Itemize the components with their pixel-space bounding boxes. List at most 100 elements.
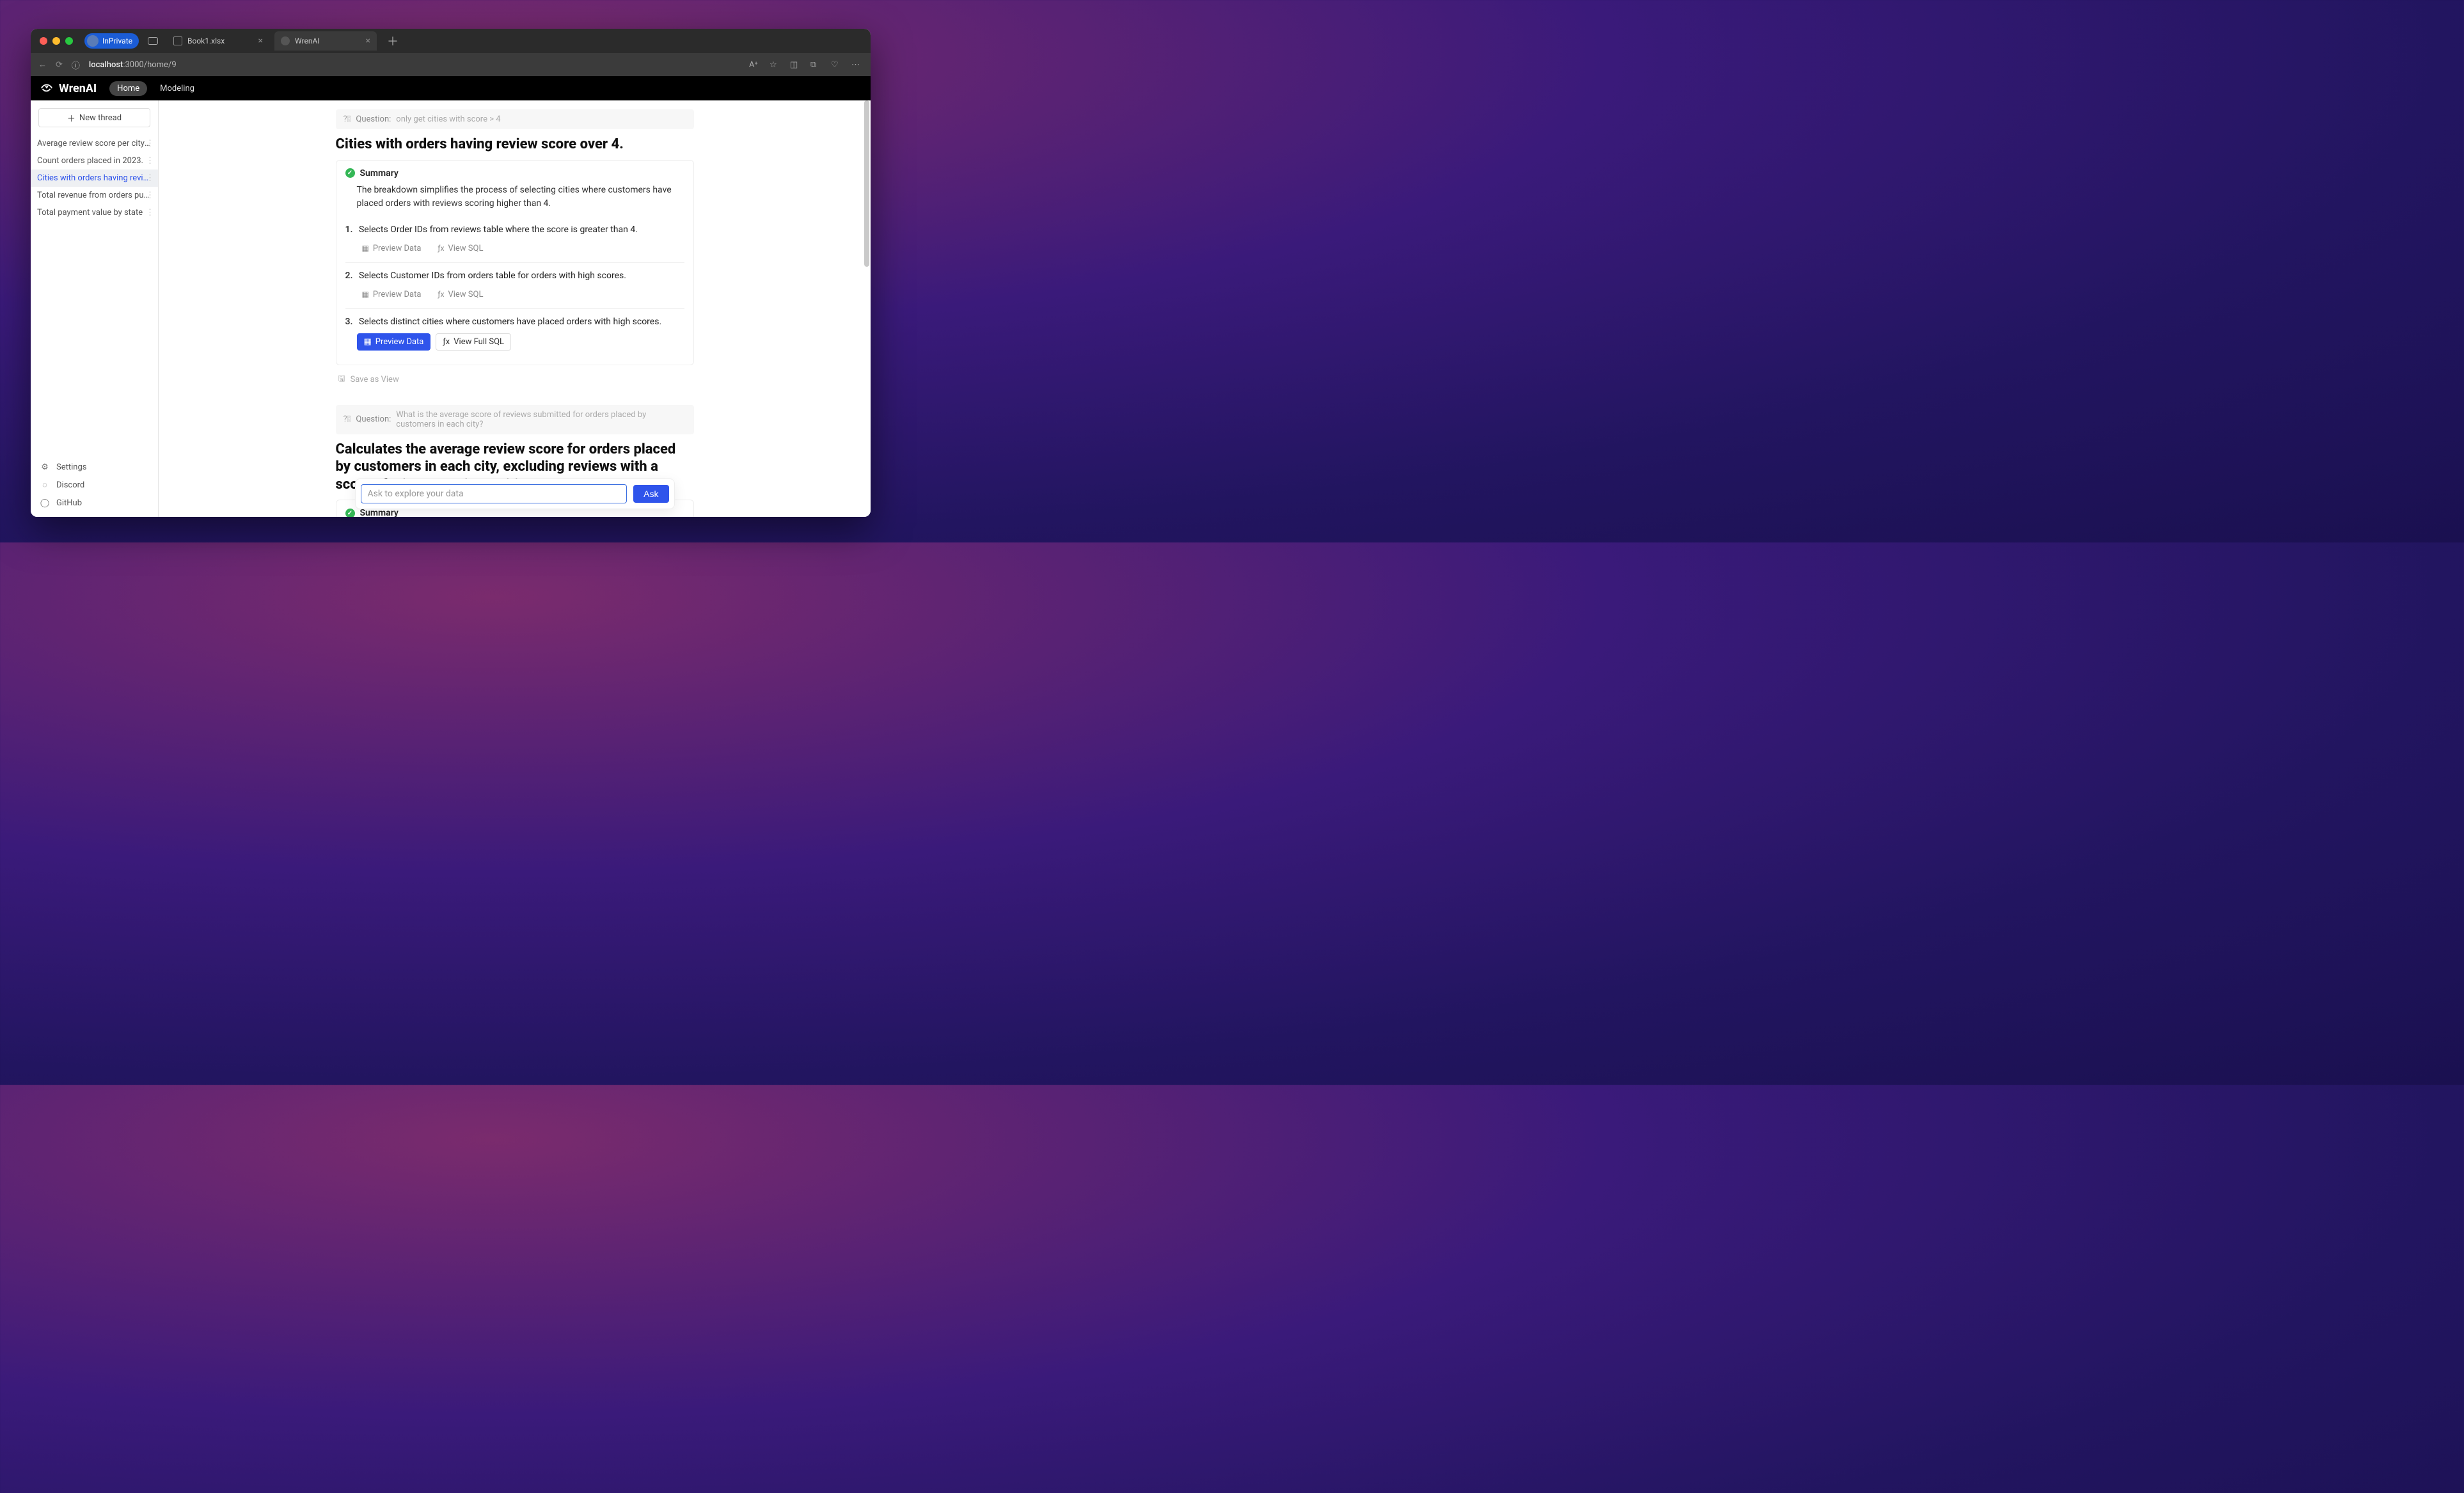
collections-icon[interactable]: ⧉ [810,60,822,70]
ask-button[interactable]: Ask [633,485,668,503]
thread-item[interactable]: Total payment value by state⋮ [31,204,158,221]
ask-placeholder: Ask to explore your data [368,489,464,499]
ask-input[interactable]: Ask to explore your data [361,484,628,503]
view-sql-button[interactable]: ƒxView SQL [432,287,488,302]
back-button[interactable]: ← [38,59,47,70]
step-number: 2. [345,271,357,281]
browser-essentials-icon[interactable]: ♡ [831,60,842,70]
inprivate-label: InPrivate [102,36,132,45]
address-bar: ← ⟳ ⓘ localhost:3000/home/9 A⁺ ☆ ◫ ⧉ ♡ ⋯ [31,53,871,76]
content-area: ＋ New thread Average review score per ci… [31,100,871,517]
close-tab-icon[interactable]: × [366,36,370,46]
thread-item[interactable]: Total revenue from orders purchas...⋮ [31,187,158,204]
check-icon: ✓ [345,509,355,517]
preview-data-button[interactable]: ▦Preview Data [357,333,431,351]
browser-tab-wrenai[interactable]: WrenAI × [274,31,377,51]
table-icon: ▦ [362,290,369,299]
summary-heading: ✓ Summary [345,168,684,178]
nav-modeling[interactable]: Modeling [160,84,194,93]
question-text: What is the average score of reviews sub… [396,410,686,429]
refresh-button[interactable]: ⟳ [56,60,63,70]
new-thread-label: New thread [79,113,122,123]
close-tab-icon[interactable]: × [258,36,263,46]
thread-item[interactable]: Count orders placed in 2023.⋮ [31,152,158,170]
view-full-sql-button[interactable]: ƒxView Full SQL [436,333,511,351]
sidebar-footer: ⚙Settings ◌Discord ◯GitHub [31,453,158,517]
browser-window: InPrivate Book1.xlsx × WrenAI × ＋ ← ⟳ ⓘ … [31,29,871,517]
view-sql-button[interactable]: ƒxView SQL [432,241,488,256]
read-aloud-icon[interactable]: A⁺ [749,60,761,70]
step-item: 1. Selects Order IDs from reviews table … [345,217,684,262]
new-thread-button[interactable]: ＋ New thread [38,108,150,127]
step-list: 1. Selects Order IDs from reviews table … [345,217,684,357]
brand[interactable]: WrenAI [40,81,97,95]
function-icon: ƒx [443,337,450,347]
main-panel: ?⃝ Question: only get cities with score … [159,100,871,517]
step-item: 2. Selects Customer IDs from orders tabl… [345,262,684,308]
tab-overview-icon[interactable] [148,37,158,45]
step-text: Selects Order IDs from reviews table whe… [359,225,638,235]
browser-tab-book1[interactable]: Book1.xlsx × [167,31,269,51]
sidebar: ＋ New thread Average review score per ci… [31,100,159,517]
window-titlebar: InPrivate Book1.xlsx × WrenAI × ＋ [31,29,871,53]
preview-data-button[interactable]: ▦Preview Data [357,241,427,256]
minimize-window-icon[interactable] [52,37,60,45]
summary-label: Summary [360,508,399,517]
favorite-icon[interactable]: ☆ [770,60,781,70]
url-text[interactable]: localhost:3000/home/9 [89,60,740,70]
save-as-view-button[interactable]: 🖫 Save as View [338,373,694,387]
preview-data-button[interactable]: ▦Preview Data [357,287,427,302]
answer-title: Cities with orders having review score o… [336,136,694,154]
settings-link[interactable]: ⚙Settings [31,458,158,476]
ask-bar-container: Ask to explore your data Ask [355,478,675,509]
thread-item[interactable]: Average review score per city for ...⋮ [31,135,158,152]
new-tab-button[interactable]: ＋ [382,33,404,49]
answer-card: ✓ Summary The breakdown simplifies the p… [336,160,694,365]
more-icon[interactable]: ⋯ [851,60,863,70]
maximize-window-icon[interactable] [65,37,73,45]
avatar-icon [87,35,99,47]
nav-home[interactable]: Home [109,81,147,96]
table-icon: ▦ [362,244,369,253]
close-window-icon[interactable] [40,37,47,45]
more-icon[interactable]: ⋮ [146,173,154,183]
save-icon: 🖫 [338,373,345,387]
gear-icon: ⚙ [40,462,50,472]
more-icon[interactable]: ⋮ [146,156,154,166]
question-label: Question: [356,115,391,124]
step-text: Selects Customer IDs from orders table f… [359,271,626,281]
split-screen-icon[interactable]: ◫ [790,60,802,70]
question-box: ?⃝ Question: only get cities with score … [336,109,694,129]
discord-link[interactable]: ◌Discord [31,476,158,494]
discord-icon: ◌ [40,480,50,490]
ask-bar: Ask to explore your data Ask [355,478,675,509]
more-icon[interactable]: ⋮ [146,191,154,200]
github-icon: ◯ [40,498,50,508]
thread-item[interactable]: Cities with orders having review s...⋮ [31,170,158,187]
step-item: 3. Selects distinct cities where custome… [345,308,684,357]
inprivate-badge[interactable]: InPrivate [84,33,139,49]
github-link[interactable]: ◯GitHub [31,494,158,512]
more-icon[interactable]: ⋮ [146,139,154,148]
site-info-icon[interactable]: ⓘ [72,59,80,71]
step-text: Selects distinct cities where customers … [359,317,661,327]
scrollbar[interactable] [864,100,869,267]
function-icon: ƒx [438,290,444,299]
file-icon [173,36,182,45]
question-box: ?⃝ Question: What is the average score o… [336,405,694,434]
plus-icon: ＋ [67,112,75,124]
check-icon: ✓ [345,168,355,178]
question-icon: ?⃝ [344,115,351,124]
summary-heading: ✓ Summary [345,508,684,517]
more-icon[interactable]: ⋮ [146,208,154,217]
function-icon: ƒx [438,244,444,253]
summary-label: Summary [360,168,399,178]
wren-logo-icon [40,81,54,95]
tab-label: WrenAI [295,36,320,45]
brand-label: WrenAI [59,82,97,95]
step-number: 3. [345,317,357,327]
url-host: localhost [89,60,123,70]
app-icon [281,36,290,45]
question-label: Question: [356,415,391,424]
step-number: 1. [345,225,357,235]
